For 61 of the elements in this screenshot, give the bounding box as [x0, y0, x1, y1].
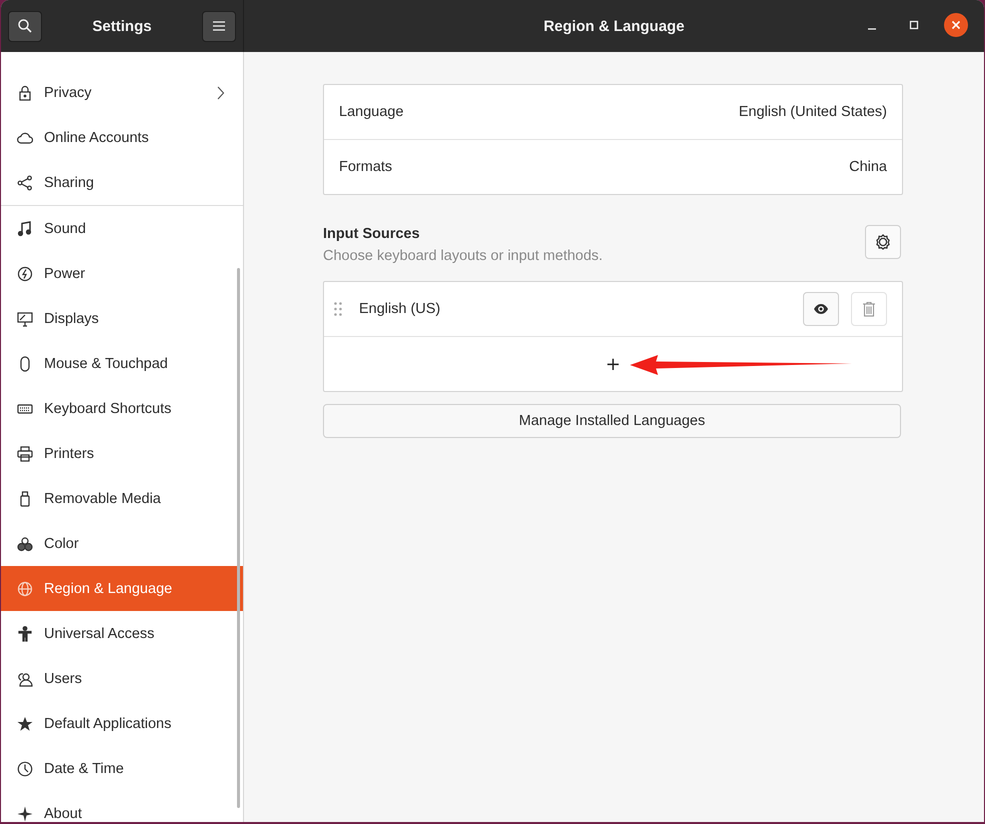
sidebar-icon	[17, 536, 33, 552]
add-input-source-button[interactable]: +	[601, 354, 625, 374]
sidebar-icon	[17, 220, 33, 236]
sidebar-item[interactable]: Date & Time	[1, 746, 243, 791]
scrollbar[interactable]	[237, 268, 240, 808]
setting-label: Language	[339, 104, 404, 120]
sidebar-icon	[17, 716, 33, 732]
manage-languages-button[interactable]: Manage Installed Languages	[323, 404, 901, 438]
sidebar-icon	[17, 760, 33, 776]
drag-handle-icon[interactable]	[334, 302, 342, 316]
menu-icon	[213, 21, 225, 31]
sidebar-icon	[17, 670, 33, 686]
sidebar-icon	[17, 626, 33, 642]
setting-label: Formats	[339, 159, 392, 175]
sidebar-item[interactable]: Region & Language	[1, 566, 243, 611]
menu-button[interactable]	[202, 10, 236, 42]
sidebar-item[interactable]: Sharing	[1, 160, 243, 206]
sidebar-item[interactable]: Sound	[1, 206, 243, 251]
setting-value: English (United States)	[738, 104, 887, 120]
setting-row[interactable]: Formats China	[324, 139, 902, 194]
sidebar-icon	[17, 84, 33, 100]
search-icon	[17, 18, 33, 34]
sidebar-icon	[17, 310, 33, 326]
preview-button[interactable]	[803, 292, 839, 326]
sidebar-item[interactable]: Mouse & Touchpad	[1, 341, 243, 386]
remove-button[interactable]	[851, 292, 887, 326]
minimize-icon	[868, 28, 876, 30]
gear-icon	[875, 234, 891, 250]
options-button[interactable]	[865, 225, 901, 259]
sidebar-item[interactable]: Keyboard Shortcuts	[1, 386, 243, 431]
sidebar-item[interactable]: Default Applications	[1, 701, 243, 746]
chevron-icon	[217, 86, 225, 100]
search-button[interactable]	[8, 10, 42, 42]
close-icon	[951, 20, 961, 30]
sidebar-icon	[17, 174, 33, 190]
input-source-row[interactable]: English (US)	[324, 282, 902, 336]
sidebar-icon	[17, 806, 33, 822]
sidebar-icon	[17, 266, 33, 282]
trash-icon	[862, 301, 876, 317]
sidebar-item[interactable]: Power	[1, 251, 243, 296]
close-button[interactable]	[944, 13, 968, 37]
sidebar-title: Settings	[92, 18, 152, 34]
eye-icon	[813, 303, 829, 315]
sidebar-item[interactable]: Privacy	[1, 70, 243, 115]
window-title: Region & Language	[544, 18, 684, 34]
sidebar-item[interactable]: Displays	[1, 296, 243, 341]
sidebar-item[interactable]: Printers	[1, 431, 243, 476]
sidebar-item[interactable]: Universal Access	[1, 611, 243, 656]
section-subtitle: Choose keyboard layouts or input methods.	[323, 248, 603, 264]
input-source-name: English (US)	[359, 301, 442, 317]
section-title: Input Sources	[323, 226, 421, 242]
sidebar-item[interactable]: Online Accounts	[1, 115, 243, 160]
sidebar-item[interactable]: Users	[1, 656, 243, 701]
sidebar-item[interactable]: About	[1, 791, 243, 822]
sidebar-item[interactable]: Color	[1, 521, 243, 566]
sidebar-item[interactable]: Removable Media	[1, 476, 243, 521]
maximize-icon	[909, 20, 919, 30]
sidebar-icon	[17, 446, 33, 462]
setting-row[interactable]: Language English (United States)	[324, 85, 902, 139]
sidebar-icon	[17, 580, 33, 596]
setting-value: China	[849, 159, 887, 175]
